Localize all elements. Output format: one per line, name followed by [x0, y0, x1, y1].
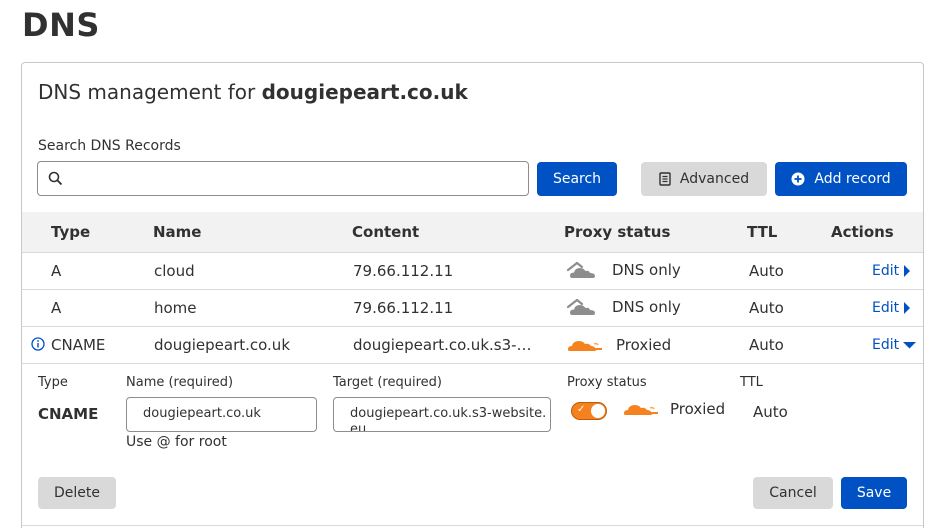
- grey-cloud-icon: [566, 261, 595, 278]
- table-row: A cloud 79.66.112.11 DNS only Auto Edit: [22, 253, 923, 290]
- caret-right-icon: [904, 265, 911, 277]
- dns-table-header: Type Name Content Proxy status TTL Actio…: [22, 212, 923, 253]
- row-content: 79.66.112.11: [353, 262, 454, 280]
- grey-cloud-icon: [566, 298, 595, 315]
- caret-right-icon: [904, 302, 911, 314]
- proxy-status-display: Proxied: [622, 400, 725, 418]
- proxy-status-text: Proxied: [670, 400, 726, 418]
- table-row: CNAME dougiepeart.co.uk dougiepeart.co.u…: [22, 327, 923, 364]
- ttl-value[interactable]: Auto: [753, 403, 788, 421]
- edit-link[interactable]: Edit: [872, 300, 911, 316]
- orange-cloud-icon: [624, 405, 658, 415]
- search-input[interactable]: [70, 162, 525, 195]
- type-value: CNAME: [38, 405, 99, 423]
- target-label: Target (required): [333, 375, 442, 390]
- save-button[interactable]: Save: [841, 477, 907, 509]
- edit-link[interactable]: Edit: [872, 337, 917, 353]
- edit-label: Edit: [872, 300, 900, 316]
- page-title: DNS: [22, 6, 100, 44]
- advanced-button[interactable]: Advanced: [641, 162, 767, 196]
- row-proxy-status: DNS only: [566, 259, 681, 281]
- search-field[interactable]: [37, 161, 529, 196]
- check-icon: ✓: [577, 404, 586, 415]
- target-input[interactable]: dougiepeart.co.uk.s3-website.eu: [333, 397, 551, 432]
- row-content: dougiepeart.co.uk.s3-…: [353, 336, 532, 354]
- search-button[interactable]: Search: [537, 162, 617, 196]
- cancel-button[interactable]: Cancel: [753, 477, 833, 509]
- plus-circle-icon: [791, 172, 805, 186]
- edit-label: Edit: [872, 337, 900, 353]
- document-icon: [659, 172, 671, 186]
- row-name: cloud: [154, 262, 195, 280]
- header-actions: Actions: [831, 223, 894, 241]
- row-type: A: [51, 262, 62, 280]
- add-record-button[interactable]: Add record: [775, 162, 907, 196]
- header-ttl[interactable]: TTL: [747, 223, 777, 241]
- row-name: dougiepeart.co.uk: [154, 336, 291, 354]
- name-input[interactable]: dougiepeart.co.uk: [126, 397, 317, 432]
- ttl-label: TTL: [740, 375, 763, 390]
- row-content: 79.66.112.11: [353, 299, 454, 317]
- table-row: A home 79.66.112.11 DNS only Auto Edit: [22, 290, 923, 327]
- header-content[interactable]: Content: [352, 223, 419, 241]
- row-proxy-status: DNS only: [566, 296, 681, 318]
- row-ttl: Auto: [749, 336, 784, 354]
- row-ttl: Auto: [749, 299, 784, 317]
- dns-management-card: DNS management for dougiepeart.co.uk Sea…: [21, 62, 924, 528]
- info-icon[interactable]: [31, 337, 45, 351]
- delete-button[interactable]: Delete: [38, 477, 116, 509]
- proxy-status-text: DNS only: [612, 261, 681, 279]
- row-type: CNAME: [51, 336, 106, 354]
- edit-label: Edit: [872, 263, 900, 279]
- proxy-status-text: DNS only: [612, 298, 681, 316]
- header-name[interactable]: Name: [153, 223, 201, 241]
- row-type: A: [51, 299, 62, 317]
- toggle-knob: [591, 404, 605, 418]
- header-type[interactable]: Type: [51, 223, 90, 241]
- search-label: Search DNS Records: [38, 138, 181, 154]
- proxy-toggle[interactable]: ✓: [571, 402, 607, 420]
- row-proxy-status: Proxied: [566, 336, 671, 354]
- name-label: Name (required): [126, 375, 234, 390]
- search-icon: [48, 171, 63, 186]
- advanced-label: Advanced: [679, 171, 750, 187]
- orange-cloud-icon: [568, 341, 602, 351]
- proxy-status-text: Proxied: [616, 336, 672, 354]
- type-label: Type: [38, 375, 68, 390]
- proxy-status-label: Proxy status: [567, 375, 647, 390]
- header-proxy-status: Proxy status: [564, 223, 671, 241]
- card-heading-prefix: DNS management for: [38, 80, 256, 104]
- caret-down-icon: [903, 342, 917, 349]
- name-hint: Use @ for root: [126, 434, 227, 450]
- card-heading-domain: dougiepeart.co.uk: [261, 80, 468, 104]
- row-ttl: Auto: [749, 262, 784, 280]
- card-heading: DNS management for dougiepeart.co.uk: [38, 80, 468, 104]
- row-name: home: [154, 299, 197, 317]
- record-edit-panel: Type CNAME Name (required) dougiepeart.c…: [22, 364, 923, 526]
- add-record-label: Add record: [814, 171, 891, 187]
- edit-link[interactable]: Edit: [872, 263, 911, 279]
